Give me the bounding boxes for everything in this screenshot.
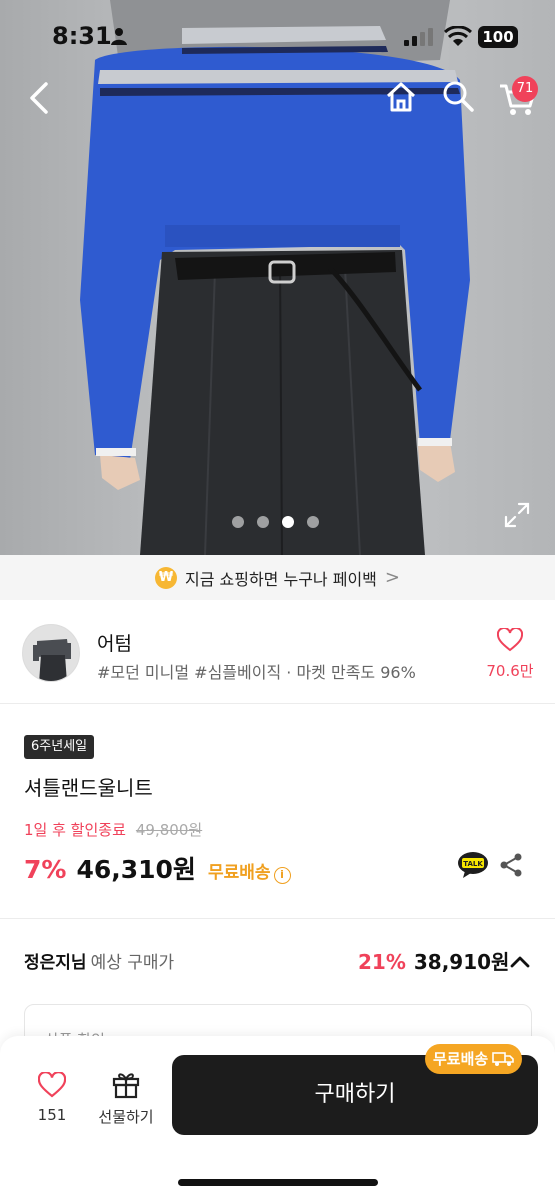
seller-like-count: 70.6만 [486,662,534,680]
svg-text:TALK: TALK [463,860,483,868]
battery-indicator: 100 [478,26,518,48]
wish-count: 151 [37,1106,67,1124]
seller-like-button[interactable]: 70.6만 [484,626,536,681]
carousel-dot[interactable] [307,516,319,528]
member-price-label: 정은지님 예상 구매가 [24,948,174,973]
discount-end-text: 1일 후 할인종료 [24,821,126,839]
seller-avatar[interactable] [22,624,80,682]
product-detail-page: 8:31 100 71 ₩ 지금 쇼핑하면 누구나 페이백 > 어텀 #모던 미… [0,0,555,1200]
gift-icon [112,1073,140,1099]
product-name: 셔틀랜드울니트 [24,776,153,800]
payback-banner[interactable]: ₩ 지금 쇼핑하면 누구나 페이백 > [0,555,555,600]
payback-text: 지금 쇼핑하면 누구나 페이백 [185,569,377,589]
carousel-pagination [232,516,319,528]
seller-tags: #모던 미니멀 #심플베이직 · 마켓 만족도 96% [97,663,416,682]
carousel-dot[interactable] [257,516,269,528]
section-divider [0,918,555,919]
cart-count-badge: 71 [512,76,538,102]
carousel-dot-active[interactable] [282,516,294,528]
expand-icon[interactable] [504,502,530,528]
heart-icon [37,1071,67,1098]
gift-button[interactable]: 선물하기 [94,1069,158,1127]
free-shipping-label[interactable]: 무료배송 i [208,858,291,884]
chevron-up-icon[interactable] [508,950,532,974]
share-icon[interactable] [498,852,524,878]
status-time: 8:31 [52,22,112,50]
back-button[interactable] [22,78,58,118]
member-expected-price: 38,910원 [413,950,510,974]
free-shipping-text: 무료배송 [207,863,271,883]
seller-logo [23,625,79,681]
info-icon[interactable]: i [273,867,291,884]
free-shipping-tag: 무료배송 [425,1044,523,1074]
gift-label: 선물하기 [98,1108,154,1126]
member-discount-rate: 21% [358,950,406,974]
person-icon [111,28,127,45]
heart-icon [496,626,524,652]
kakao-talk-icon[interactable]: TALK [457,851,489,879]
wifi-icon [444,26,472,46]
home-icon[interactable] [384,80,418,114]
chevron-right-icon: > [384,567,400,588]
carousel-dot[interactable] [232,516,244,528]
seller-name[interactable]: 어텀 [97,629,132,656]
status-bar: 8:31 100 [0,0,555,72]
cellular-signal-icon [404,28,433,46]
bottom-action-bar: 151 선물하기 구매하기 무료배송 [0,1036,555,1200]
seller-section[interactable]: 어텀 #모던 미니멀 #심플베이직 · 마켓 만족도 96% 70.6만 [0,600,555,704]
member-name: 정은지님 [24,953,87,973]
sale-badge: 6주년세일 [24,735,95,759]
search-icon[interactable] [442,80,474,112]
member-price: 21% 38,910원 [358,946,509,975]
price-line: 7% 46,310원 무료배송 i [24,850,291,886]
discount-line: 1일 후 할인종료 49,800원 [24,819,202,840]
expected-price-label: 예상 구매가 [90,953,175,973]
truck-icon [492,1052,515,1066]
free-shipping-tag-text: 무료배송 [433,1050,489,1068]
home-indicator [178,1179,378,1186]
won-coin-icon: ₩ [155,566,177,589]
wish-button[interactable]: 151 [30,1071,74,1124]
discount-rate: 7% [24,855,67,884]
original-price: 49,800원 [135,821,203,839]
sale-price: 46,310원 [76,855,196,884]
